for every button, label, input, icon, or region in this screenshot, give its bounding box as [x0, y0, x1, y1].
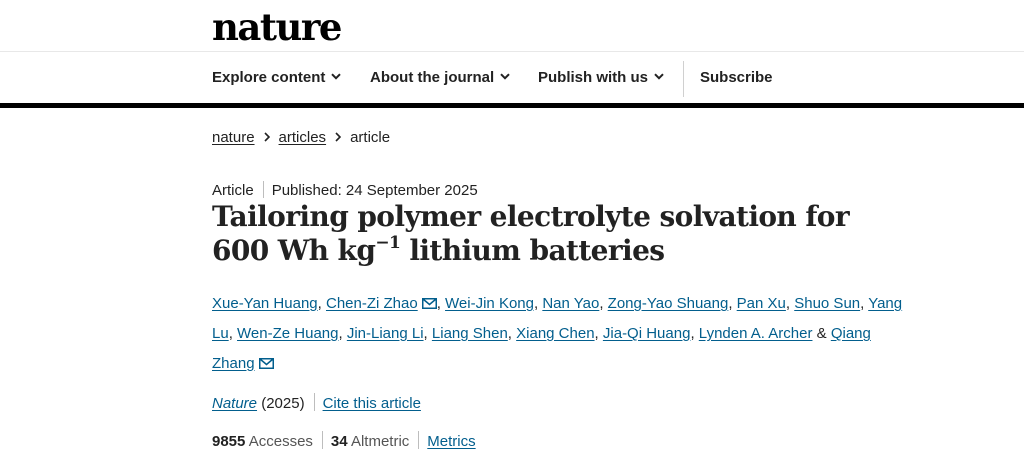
chevron-down-icon [654, 73, 664, 80]
nature-logo[interactable]: nature [212, 4, 342, 50]
metrics-divider [418, 431, 420, 449]
altmetric-label: Altmetric [350, 433, 410, 450]
author-link[interactable]: Wen-Ze Huang [237, 325, 338, 342]
nav-label: Publish with us [538, 69, 649, 86]
author-link[interactable]: Xue-Yan Huang [212, 295, 318, 312]
nav-publish-with-us[interactable]: Publish with us [538, 53, 664, 103]
citation-divider [313, 393, 315, 411]
author-link[interactable]: Wei-Jin Kong [445, 295, 534, 312]
author-link[interactable]: Nan Yao [542, 295, 599, 312]
altmetric-count: 34 [330, 433, 348, 450]
citation-line: Nature (2025) Cite this article [212, 393, 421, 414]
journal-link[interactable]: Nature [212, 395, 257, 412]
breadcrumb-current: article [350, 129, 391, 146]
accesses-count: 9855 [212, 433, 246, 450]
nav-label: Explore content [212, 69, 326, 86]
publication-year: (2025) [261, 395, 305, 412]
nav-divider [683, 61, 684, 97]
nav-subscribe[interactable]: Subscribe [700, 53, 773, 103]
site-header: nature [0, 0, 1024, 52]
author-link[interactable]: Liang Shen [432, 325, 508, 342]
accesses-label: Accesses [248, 433, 313, 450]
chevron-down-icon [500, 73, 510, 80]
nav-explore-content[interactable]: Explore content [212, 53, 342, 103]
nav-about-journal[interactable]: About the journal [370, 53, 510, 103]
article-type: Article [212, 182, 254, 199]
title-text-end: lithium batteries [400, 234, 665, 267]
metrics-link[interactable]: Metrics [427, 433, 475, 450]
published-date: Published: 24 September 2025 [271, 182, 478, 199]
main-nav: Explore content About the journal Publis… [0, 53, 1024, 103]
chevron-right-icon [335, 132, 342, 142]
article-metrics: 9855 Accesses 34 Altmetric Metrics [212, 431, 476, 452]
author-link[interactable]: Zong-Yao Shuang [608, 295, 729, 312]
article-meta: Article Published: 24 September 2025 [212, 181, 478, 201]
author-link[interactable]: Jia-Qi Huang [603, 325, 691, 342]
breadcrumb-articles[interactable]: articles [279, 129, 327, 146]
author-link[interactable]: Jin-Liang Li [347, 325, 424, 342]
chevron-right-icon [263, 132, 270, 142]
chevron-down-icon [331, 73, 342, 80]
author-list: Xue-Yan Huang, Chen-Zi Zhao, Wei-Jin Kon… [212, 295, 903, 372]
metrics-divider [321, 431, 323, 449]
nav-rule [0, 103, 1024, 108]
nav-label: About the journal [370, 69, 495, 86]
mail-icon[interactable] [421, 298, 437, 309]
article-title: Tailoring polymer electrolyte solvation … [212, 200, 912, 268]
nav-label: Subscribe [700, 69, 773, 86]
author-link[interactable]: Xiang Chen [516, 325, 594, 342]
breadcrumb-nature[interactable]: nature [212, 129, 255, 146]
author-link[interactable]: Lynden A. Archer [699, 325, 813, 342]
cite-article-link[interactable]: Cite this article [323, 395, 421, 412]
mail-icon[interactable] [258, 358, 274, 369]
author-link[interactable]: Pan Xu [737, 295, 786, 312]
title-superscript: −1 [375, 233, 401, 253]
author-link[interactable]: Shuo Sun [794, 295, 860, 312]
author-link[interactable]: Chen-Zi Zhao [326, 295, 418, 312]
breadcrumb: nature articles article [212, 128, 390, 148]
meta-divider [262, 181, 264, 198]
